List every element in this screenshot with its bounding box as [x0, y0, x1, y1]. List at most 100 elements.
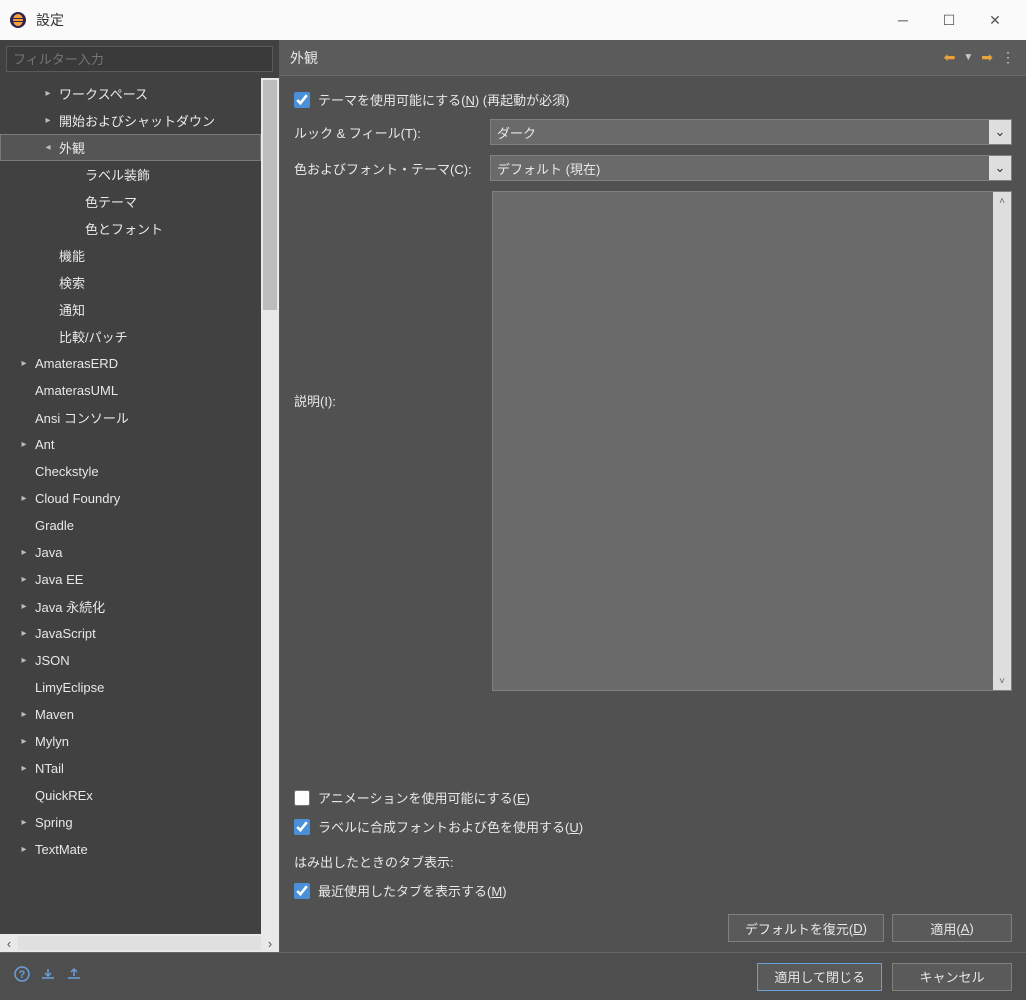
window-minimize-button[interactable]: ─ [880, 0, 926, 40]
tree-item-label: JSON [35, 653, 70, 668]
tree-expand-icon[interactable]: ▸ [17, 547, 31, 558]
page-header: 外観 ⬅ ▼ ➡ ⋮ [280, 40, 1026, 76]
tree-item[interactable]: 機能 [0, 242, 261, 269]
tree-item[interactable]: ▸ Java [0, 539, 261, 566]
cancel-button[interactable]: キャンセル [892, 963, 1012, 991]
tree-expand-icon[interactable]: ▸ [17, 439, 31, 450]
look-feel-select[interactable]: ダーク ⌄ [490, 119, 1012, 145]
nav-menu-icon[interactable]: ⋮ [1001, 49, 1016, 66]
tree-item-label: Java [35, 545, 62, 560]
tree-expand-icon[interactable]: ▸ [17, 817, 31, 828]
tree-item[interactable]: ◂ 外観 [0, 134, 261, 161]
tree-expand-icon[interactable]: ▸ [17, 601, 31, 612]
restore-defaults-button[interactable]: デフォルトを復元(D) [728, 914, 884, 942]
tree-horizontal-scrollbar[interactable]: ‹› [0, 934, 279, 952]
tree-item[interactable]: ▸Spring [0, 809, 261, 836]
color-font-theme-value: デフォルト (現在) [497, 159, 600, 178]
nav-forward-icon[interactable]: ➡ [981, 49, 993, 66]
dialog-footer: ? 適用して閉じる キャンセル [0, 952, 1026, 1000]
tree-item-label: NTail [35, 761, 64, 776]
tree-item[interactable]: 色テーマ [0, 188, 261, 215]
tree-expand-icon[interactable]: ▸ [17, 628, 31, 639]
tree-item[interactable]: ▸Java 永続化 [0, 593, 261, 620]
apply-and-close-button[interactable]: 適用して閉じる [757, 963, 882, 991]
svg-text:?: ? [19, 969, 26, 981]
tree-item[interactable]: Checkstyle [0, 458, 261, 485]
tree-item-label: 外観 [59, 138, 85, 157]
tree-item[interactable]: Ansi コンソール [0, 404, 261, 431]
tree-item[interactable]: ▸Cloud Foundry [0, 485, 261, 512]
import-icon[interactable] [40, 966, 56, 987]
tree-item[interactable]: ▸ 開始およびシャットダウン [0, 107, 261, 134]
apply-button[interactable]: 適用(A) [892, 914, 1012, 942]
overflow-tab-section-label: はみ出したときのタブ表示: [294, 852, 1012, 871]
tree-item-label: JavaScript [35, 626, 96, 641]
window-maximize-button[interactable]: ☐ [926, 0, 972, 40]
tree-expand-icon[interactable]: ▸ [17, 358, 31, 369]
tree-item[interactable]: 色とフォント [0, 215, 261, 242]
help-icon[interactable]: ? [14, 966, 30, 987]
tree-expand-icon[interactable]: ▸ [17, 574, 31, 585]
tree-expand-icon[interactable]: ▸ [17, 493, 31, 504]
recent-tab-checkbox[interactable] [294, 883, 310, 899]
tree-item[interactable]: ▸ JavaScript [0, 620, 261, 647]
tree-item-label: 機能 [59, 246, 85, 265]
tree-item[interactable]: ラベル装飾 [0, 161, 261, 188]
color-font-theme-label: 色およびフォント・テーマ(C): [294, 159, 484, 178]
tree-item[interactable]: ▸ Ant [0, 431, 261, 458]
tree-item[interactable]: ▸ AmaterasERD [0, 350, 261, 377]
tree-expand-icon[interactable]: ▸ [17, 763, 31, 774]
description-scrollbar[interactable]: ˄˅ [993, 192, 1011, 690]
tree-expand-icon[interactable]: ▸ [41, 88, 55, 99]
tree-item[interactable]: ▸ Maven [0, 701, 261, 728]
look-feel-value: ダーク [497, 123, 536, 142]
tree-item[interactable]: AmaterasUML [0, 377, 261, 404]
chevron-down-icon: ⌄ [989, 120, 1011, 144]
nav-back-icon[interactable]: ⬅ [944, 49, 956, 66]
enable-theme-label: テーマを使用可能にする(N) (再起動が必須) [318, 90, 569, 109]
filter-input[interactable] [6, 46, 273, 72]
tree-item-label: ワークスペース [59, 84, 148, 103]
tree-item[interactable]: Gradle [0, 512, 261, 539]
tree-item[interactable]: QuickREx [0, 782, 261, 809]
tree-item[interactable]: 通知 [0, 296, 261, 323]
tree-item[interactable]: 比較/パッチ [0, 323, 261, 350]
chevron-down-icon: ⌄ [989, 156, 1011, 180]
enable-theme-checkbox[interactable] [294, 92, 310, 108]
eclipse-icon [8, 10, 28, 30]
tree-vertical-scrollbar[interactable] [261, 78, 279, 934]
tree-expand-icon[interactable]: ◂ [41, 142, 55, 153]
tree-item[interactable]: ▸ ワークスペース [0, 80, 261, 107]
tree-item[interactable]: ▸Mylyn [0, 728, 261, 755]
nav-dropdown-icon[interactable]: ▼ [963, 52, 973, 63]
tree-item-label: Ant [35, 437, 55, 452]
description-label: 説明(I): [294, 191, 484, 410]
export-icon[interactable] [66, 966, 82, 987]
preference-tree[interactable]: ▸ ワークスペース ▸ 開始およびシャットダウン ◂ 外観ラベル装飾色テーマ色とフォント機… [0, 78, 261, 934]
tree-item-label: AmaterasERD [35, 356, 118, 371]
tree-item-label: Maven [35, 707, 74, 722]
window-close-button[interactable]: ✕ [972, 0, 1018, 40]
tree-expand-icon[interactable]: ▸ [17, 736, 31, 747]
tree-item[interactable]: ▸ JSON [0, 647, 261, 674]
tree-item[interactable]: LimyEclipse [0, 674, 261, 701]
color-font-theme-select[interactable]: デフォルト (現在) ⌄ [490, 155, 1012, 181]
description-textarea[interactable]: ˄˅ [492, 191, 1012, 691]
synth-font-checkbox[interactable] [294, 819, 310, 835]
tree-item[interactable]: 検索 [0, 269, 261, 296]
left-pane: ▸ ワークスペース ▸ 開始およびシャットダウン ◂ 外観ラベル装飾色テーマ色とフォント機… [0, 40, 280, 952]
tree-item[interactable]: ▸ NTail [0, 755, 261, 782]
enable-animation-label: アニメーションを使用可能にする(E) [318, 788, 530, 807]
synth-font-label: ラベルに合成フォントおよび色を使用する(U) [318, 817, 583, 836]
window-title: 設定 [36, 10, 64, 30]
tree-expand-icon[interactable]: ▸ [41, 115, 55, 126]
page-title: 外観 [290, 48, 318, 68]
tree-expand-icon[interactable]: ▸ [17, 709, 31, 720]
tree-expand-icon[interactable]: ▸ [17, 844, 31, 855]
tree-item[interactable]: ▸Java EE [0, 566, 261, 593]
tree-item[interactable]: ▸TextMate [0, 836, 261, 863]
tree-item-label: ラベル装飾 [85, 165, 150, 184]
enable-animation-checkbox[interactable] [294, 790, 310, 806]
tree-expand-icon[interactable]: ▸ [17, 655, 31, 666]
tree-item-label: 開始およびシャットダウン [59, 111, 215, 130]
